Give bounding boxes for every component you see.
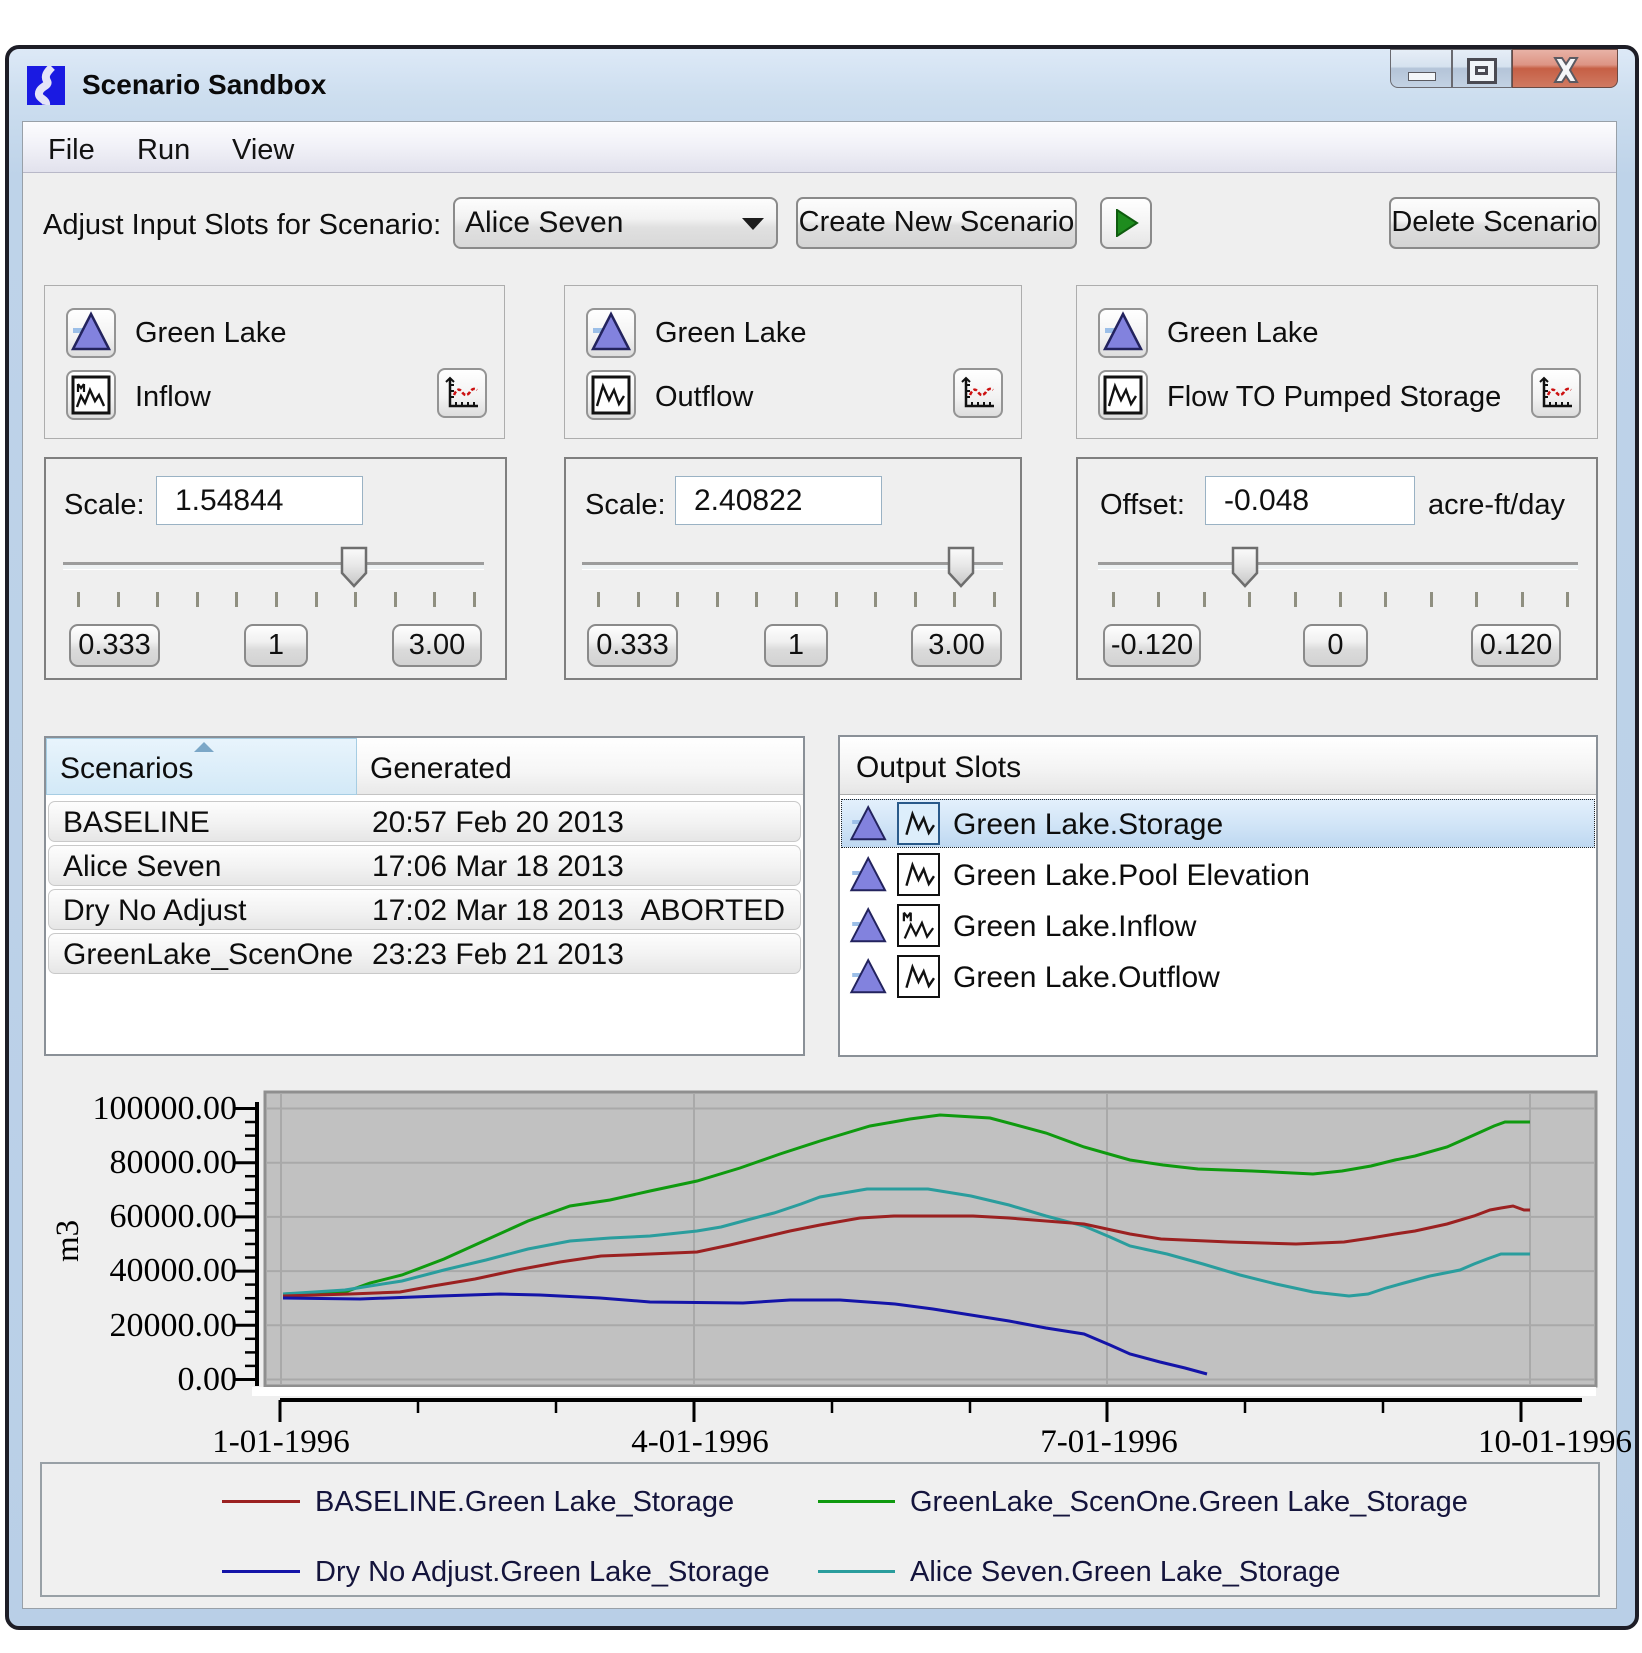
svg-text:10-01-1996: 10-01-1996: [1478, 1424, 1632, 1460]
svg-text:60000.00: 60000.00: [110, 1198, 238, 1235]
svg-text:100000.00: 100000.00: [93, 1090, 238, 1127]
svg-text:7-01-1996: 7-01-1996: [1040, 1424, 1177, 1460]
svg-text:0.00: 0.00: [178, 1361, 238, 1398]
svg-text:40000.00: 40000.00: [110, 1252, 238, 1289]
svg-text:1-01-1996: 1-01-1996: [212, 1424, 349, 1460]
svg-text:4-01-1996: 4-01-1996: [631, 1424, 768, 1460]
svg-text:80000.00: 80000.00: [110, 1144, 238, 1181]
svg-text:20000.00: 20000.00: [110, 1307, 238, 1344]
svg-text:m3: m3: [50, 1220, 86, 1262]
